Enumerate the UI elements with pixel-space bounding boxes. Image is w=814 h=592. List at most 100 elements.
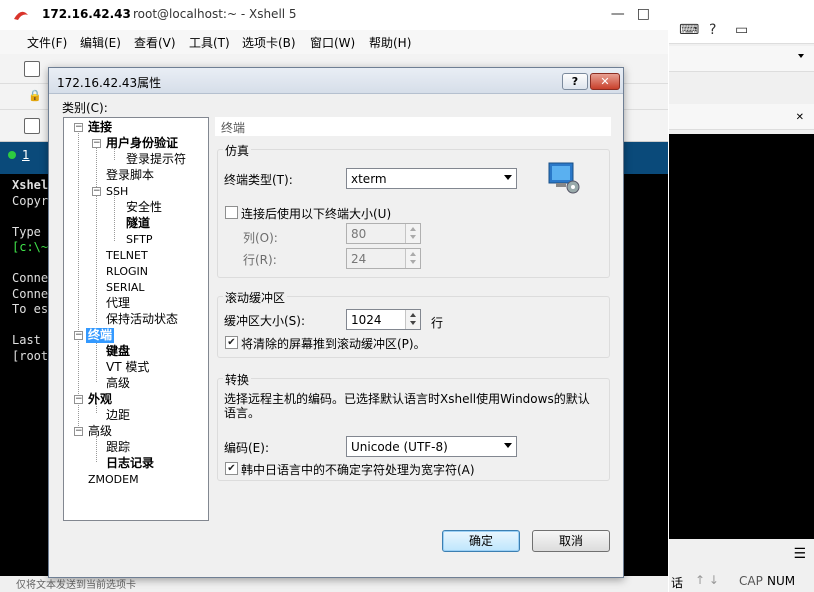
rows-label: 行(R): [243,253,277,267]
xshell-logo-icon [14,11,28,20]
dropdown-arrow-icon [504,175,512,180]
expander-icon[interactable]: − [74,331,83,340]
menu-tab[interactable]: 选项卡(B) [242,34,296,51]
tree-item-connection[interactable]: 连接 [88,120,112,135]
rows-value: 24 [351,252,367,266]
new-session-icon[interactable] [24,61,40,77]
dropdown-arrow-icon[interactable] [798,54,804,58]
dropdown-arrow-icon [504,443,512,448]
cols-value: 80 [351,227,367,241]
terminal-type-dropdown[interactable]: xterm [346,168,517,189]
menu-window[interactable]: 窗口(W) [310,34,355,51]
tree-item-ssh[interactable]: SSH [106,184,128,199]
tree-item-telnet[interactable]: TELNET [106,248,148,263]
tree-item-vt-mode[interactable]: VT 模式 [106,360,149,375]
category-label: 类别(C): [62,101,108,115]
menu-icon[interactable]: ☰ [793,546,806,562]
cap-indicator: CAP [739,574,763,588]
session-tab[interactable]: 1 [8,148,48,172]
rows-spinner[interactable]: 24 [346,248,421,269]
use-size-label: 连接后使用以下终端大小(U) [241,207,392,221]
menu-view[interactable]: 查看(V) [134,34,176,51]
help-circle-icon[interactable]: ? [709,22,716,38]
window-controls-icon[interactable]: —□ [611,6,662,22]
menu-tools[interactable]: 工具(T) [189,34,230,51]
tree-item-logging[interactable]: 日志记录 [106,456,154,471]
main-titlebar: 172.16.42.43 root@localhost:~ - Xshell 5… [0,0,668,30]
tree-item-terminal[interactable]: 终端 [86,328,115,343]
tree-item-keepalive[interactable]: 保持活动状态 [106,312,178,327]
lock-icon: 🔒 [28,89,42,102]
tree-item-sftp[interactable]: SFTP [126,232,152,247]
tree-line [78,128,79,428]
expander-icon[interactable]: − [92,139,101,148]
right-terminal-area [669,134,814,539]
right-strip-bar-1 [669,46,814,72]
dialog-close-button[interactable]: ✕ [590,73,620,90]
tree-item-security[interactable]: 安全性 [126,200,162,215]
tree-item-zmodem[interactable]: ZMODEM [88,472,139,487]
expander-icon[interactable]: − [74,427,83,436]
arrow-icons: ↑ ↓ [695,573,719,587]
expander-icon[interactable]: − [74,395,83,404]
tree-item-login-prompt[interactable]: 登录提示符 [126,152,186,167]
tree-item-serial[interactable]: SERIAL [106,280,144,295]
main-menubar: 文件(F) 编辑(E) 查看(V) 工具(T) 选项卡(B) 窗口(W) 帮助(… [0,30,668,54]
buffer-size-label: 缓冲区大小(S): [224,314,306,328]
spinner-arrows-icon[interactable] [405,249,420,268]
emulation-title: 仿真 [223,142,252,159]
expander-icon[interactable]: − [74,123,83,132]
close-icon[interactable]: ✕ [796,112,804,123]
use-size-checkbox[interactable] [225,206,238,219]
spinner-arrows-icon[interactable] [405,224,420,243]
terminal-type-value: xterm [351,172,387,186]
right-strip-toolbar: ⌨ ? ▭ [669,0,814,44]
buffer-size-spinner[interactable]: 1024 [346,309,421,330]
tree-item-advanced[interactable]: 高级 [106,376,130,391]
keyboard-icon[interactable]: ⌨ [679,22,699,38]
spinner-arrows-icon[interactable] [405,310,420,329]
tree-item-appearance[interactable]: 外观 [88,392,112,407]
cols-spinner[interactable]: 80 [346,223,421,244]
scroll-buffer-title: 滚动缓冲区 [223,289,288,306]
category-tree: − 连接 − 用户身份验证 登录提示符 登录脚本 − SSH 安全性 隧道 SF… [63,117,209,521]
dialog-titlebar: 172.16.42.43属性 ? ✕ [49,68,623,94]
terminal-line: Conne [12,271,49,285]
tree-item-advanced2[interactable]: 高级 [88,424,112,439]
send-icon[interactable] [24,118,40,134]
tree-item-login-script[interactable]: 登录脚本 [106,168,154,183]
cols-label: 列(O): [243,231,278,245]
cancel-button[interactable]: 取消 [532,530,610,552]
tree-item-user-auth[interactable]: 用户身份验证 [106,136,178,151]
main-title-rest: root@localhost:~ - Xshell 5 [133,7,297,21]
tree-item-trace[interactable]: 跟踪 [106,440,130,455]
encoding-label: 编码(E): [224,441,269,455]
encoding-value: Unicode (UTF-8) [351,440,448,454]
right-statusbar: 话 ↑ ↓ CAP NUM [669,572,814,592]
tree-item-keyboard[interactable]: 键盘 [106,344,130,359]
menu-help[interactable]: 帮助(H) [369,34,411,51]
terminal-line: To es [12,302,49,316]
tree-item-rlogin[interactable]: RLOGIN [106,264,148,279]
dialog-help-button[interactable]: ? [562,73,588,90]
menu-edit[interactable]: 编辑(E) [80,34,121,51]
tree-line [96,143,97,323]
terminal-line: [c:\~ [12,240,49,254]
encoding-dropdown[interactable]: Unicode (UTF-8) [346,436,517,457]
ok-button[interactable]: 确定 [442,530,520,552]
buffer-size-value: 1024 [351,313,382,327]
menu-file[interactable]: 文件(F) [27,34,67,51]
chat-icon[interactable]: ▭ [735,22,748,38]
push-screen-checkbox[interactable] [225,336,238,349]
tree-item-proxy[interactable]: 代理 [106,296,130,311]
tree-item-tunnel[interactable]: 隧道 [126,216,150,231]
push-screen-label: 将清除的屏幕推到滚动缓冲区(P)。 [241,337,426,351]
terminal-line: Type [12,224,41,239]
terminal-line: Copyr [12,193,49,208]
translation-desc: 选择远程主机的编码。已选择默认语言时Xshell使用Windows的默认语言。 [224,392,590,420]
tree-item-margins[interactable]: 边距 [106,408,130,423]
expander-icon[interactable]: − [92,187,101,196]
tree-line [96,340,97,382]
cjk-wide-checkbox[interactable] [225,462,238,475]
terminal-line: Xshel [12,178,49,192]
